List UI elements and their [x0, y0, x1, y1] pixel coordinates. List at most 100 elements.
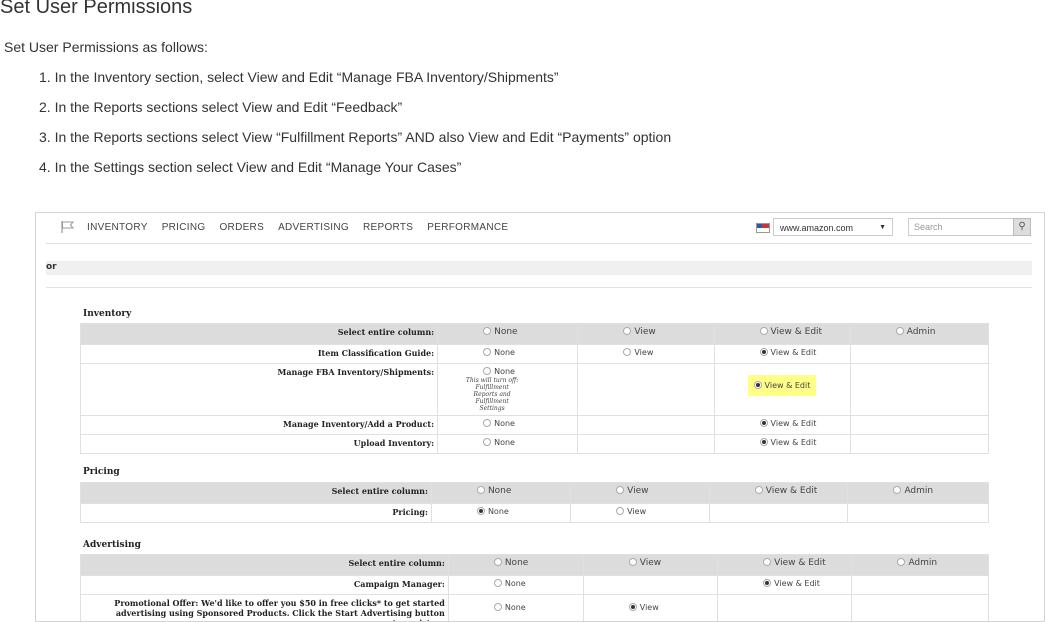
option-empty: [850, 435, 988, 454]
select-all-row: Select entire column: None View View & E…: [81, 324, 989, 345]
radio-selected-icon[interactable]: [477, 507, 485, 515]
flag-icon: [61, 221, 75, 233]
select-all-view-edit[interactable]: View & Edit: [709, 483, 848, 504]
radio-icon[interactable]: [760, 327, 768, 335]
select-all-none[interactable]: None: [438, 324, 578, 345]
select-all-view-edit[interactable]: View & Edit: [714, 324, 850, 345]
select-all-view[interactable]: View: [578, 324, 714, 345]
option-none[interactable]: None: [438, 435, 578, 454]
radio-icon[interactable]: [616, 507, 624, 515]
option-empty: [850, 364, 988, 416]
intro-text: Set User Permissions as follows:: [4, 39, 208, 55]
radio-icon[interactable]: [623, 348, 631, 356]
step-item: 1. In the Inventory section, select View…: [39, 69, 671, 99]
radio-icon[interactable]: [483, 327, 491, 335]
radio-icon[interactable]: [477, 486, 485, 494]
select-all-view[interactable]: View: [571, 483, 710, 504]
select-all-row: Select entire column: None View View & E…: [81, 483, 989, 504]
option-view[interactable]: View: [583, 595, 717, 622]
radio-selected-icon[interactable]: [763, 579, 771, 587]
radio-icon[interactable]: [897, 558, 905, 566]
select-all-row: Select entire column: None View View & E…: [81, 555, 989, 576]
marketplace-select[interactable]: www.amazon.com ▼: [773, 218, 893, 236]
step-item: 2. In the Reports sections select View a…: [39, 99, 671, 129]
select-all-view-edit[interactable]: View & Edit: [718, 555, 852, 576]
nav-reports[interactable]: REPORTS: [363, 222, 413, 233]
option-empty: [578, 435, 714, 454]
sub-bar-label: or: [46, 262, 57, 272]
radio-icon[interactable]: [755, 486, 763, 494]
option-none[interactable]: None: [438, 345, 578, 364]
option-none[interactable]: None: [448, 595, 583, 622]
radio-icon[interactable]: [616, 486, 624, 494]
section-title-inventory: Inventory: [83, 309, 131, 319]
table-row: Manage Inventory/Add a Product: None Vie…: [81, 416, 989, 435]
row-label: Upload Inventory:: [81, 435, 438, 454]
radio-icon[interactable]: [494, 558, 502, 566]
row-label: Manage FBA Inventory/Shipments:: [81, 364, 438, 416]
select-all-admin[interactable]: Admin: [852, 555, 989, 576]
row-label: Pricing:: [81, 504, 432, 523]
screenshot-frame: INVENTORY PRICING ORDERS ADVERTISING REP…: [35, 212, 1045, 622]
option-empty: [852, 595, 989, 622]
top-nav: INVENTORY PRICING ORDERS ADVERTISING REP…: [46, 213, 1032, 244]
radio-icon[interactable]: [629, 558, 637, 566]
section-title-advertising: Advertising: [83, 540, 141, 550]
option-view-edit[interactable]: View & Edit: [714, 345, 850, 364]
nav-orders[interactable]: ORDERS: [219, 222, 264, 233]
select-all-admin[interactable]: Admin: [850, 324, 988, 345]
option-none[interactable]: None: [448, 576, 583, 595]
option-empty: [718, 595, 852, 622]
option-none[interactable]: None: [431, 504, 570, 523]
inventory-permissions-table: Select entire column: None View View & E…: [80, 323, 989, 454]
radio-icon[interactable]: [483, 438, 491, 446]
nav-menu: INVENTORY PRICING ORDERS ADVERTISING REP…: [87, 222, 522, 233]
radio-selected-icon[interactable]: [629, 603, 637, 611]
radio-icon[interactable]: [494, 603, 502, 611]
search-input[interactable]: Search: [908, 218, 1030, 236]
radio-selected-icon[interactable]: [754, 381, 762, 389]
option-view-edit[interactable]: View & Edit: [714, 364, 850, 416]
radio-icon[interactable]: [483, 348, 491, 356]
radio-icon[interactable]: [896, 327, 904, 335]
option-view-edit[interactable]: View & Edit: [718, 576, 852, 595]
option-none[interactable]: NoneThis will turn off: Fulfillment Repo…: [438, 364, 578, 416]
section-title-pricing: Pricing: [83, 467, 120, 477]
radio-selected-icon[interactable]: [760, 438, 768, 446]
radio-selected-icon[interactable]: [760, 348, 768, 356]
option-view[interactable]: View: [571, 504, 710, 523]
nav-pricing[interactable]: PRICING: [162, 222, 206, 233]
radio-icon[interactable]: [893, 486, 901, 494]
table-row: Item Classification Guide: None View Vie…: [81, 345, 989, 364]
select-all-none[interactable]: None: [448, 555, 583, 576]
option-note: This will turn off: Fulfillment Reports …: [465, 377, 519, 412]
radio-icon[interactable]: [483, 419, 491, 427]
sub-bar: or: [46, 261, 1032, 275]
row-label: Item Classification Guide:: [81, 345, 438, 364]
chevron-down-icon: ▼: [879, 219, 886, 237]
table-row: Upload Inventory: None View & Edit: [81, 435, 989, 454]
select-all-view[interactable]: View: [583, 555, 717, 576]
row-label: Select entire column:: [81, 555, 449, 576]
radio-icon[interactable]: [763, 558, 771, 566]
search-icon[interactable]: ⚲: [1013, 218, 1031, 236]
option-view-edit[interactable]: View & Edit: [714, 435, 850, 454]
select-all-none[interactable]: None: [431, 483, 570, 504]
divider: [46, 287, 1032, 288]
highlighted-option[interactable]: View & Edit: [748, 375, 817, 396]
select-all-admin[interactable]: Admin: [848, 483, 989, 504]
option-empty: [850, 416, 988, 435]
option-view-edit[interactable]: View & Edit: [714, 416, 850, 435]
radio-icon[interactable]: [483, 367, 491, 375]
nav-inventory[interactable]: INVENTORY: [87, 222, 148, 233]
option-none[interactable]: None: [438, 416, 578, 435]
option-empty: [850, 345, 988, 364]
radio-icon[interactable]: [623, 327, 631, 335]
nav-advertising[interactable]: ADVERTISING: [278, 222, 349, 233]
radio-icon[interactable]: [494, 579, 502, 587]
nav-performance[interactable]: PERFORMANCE: [427, 222, 508, 233]
advertising-permissions-table: Select entire column: None View View & E…: [80, 554, 989, 622]
option-view[interactable]: View: [578, 345, 714, 364]
radio-selected-icon[interactable]: [760, 419, 768, 427]
row-label: Select entire column:: [81, 483, 432, 504]
